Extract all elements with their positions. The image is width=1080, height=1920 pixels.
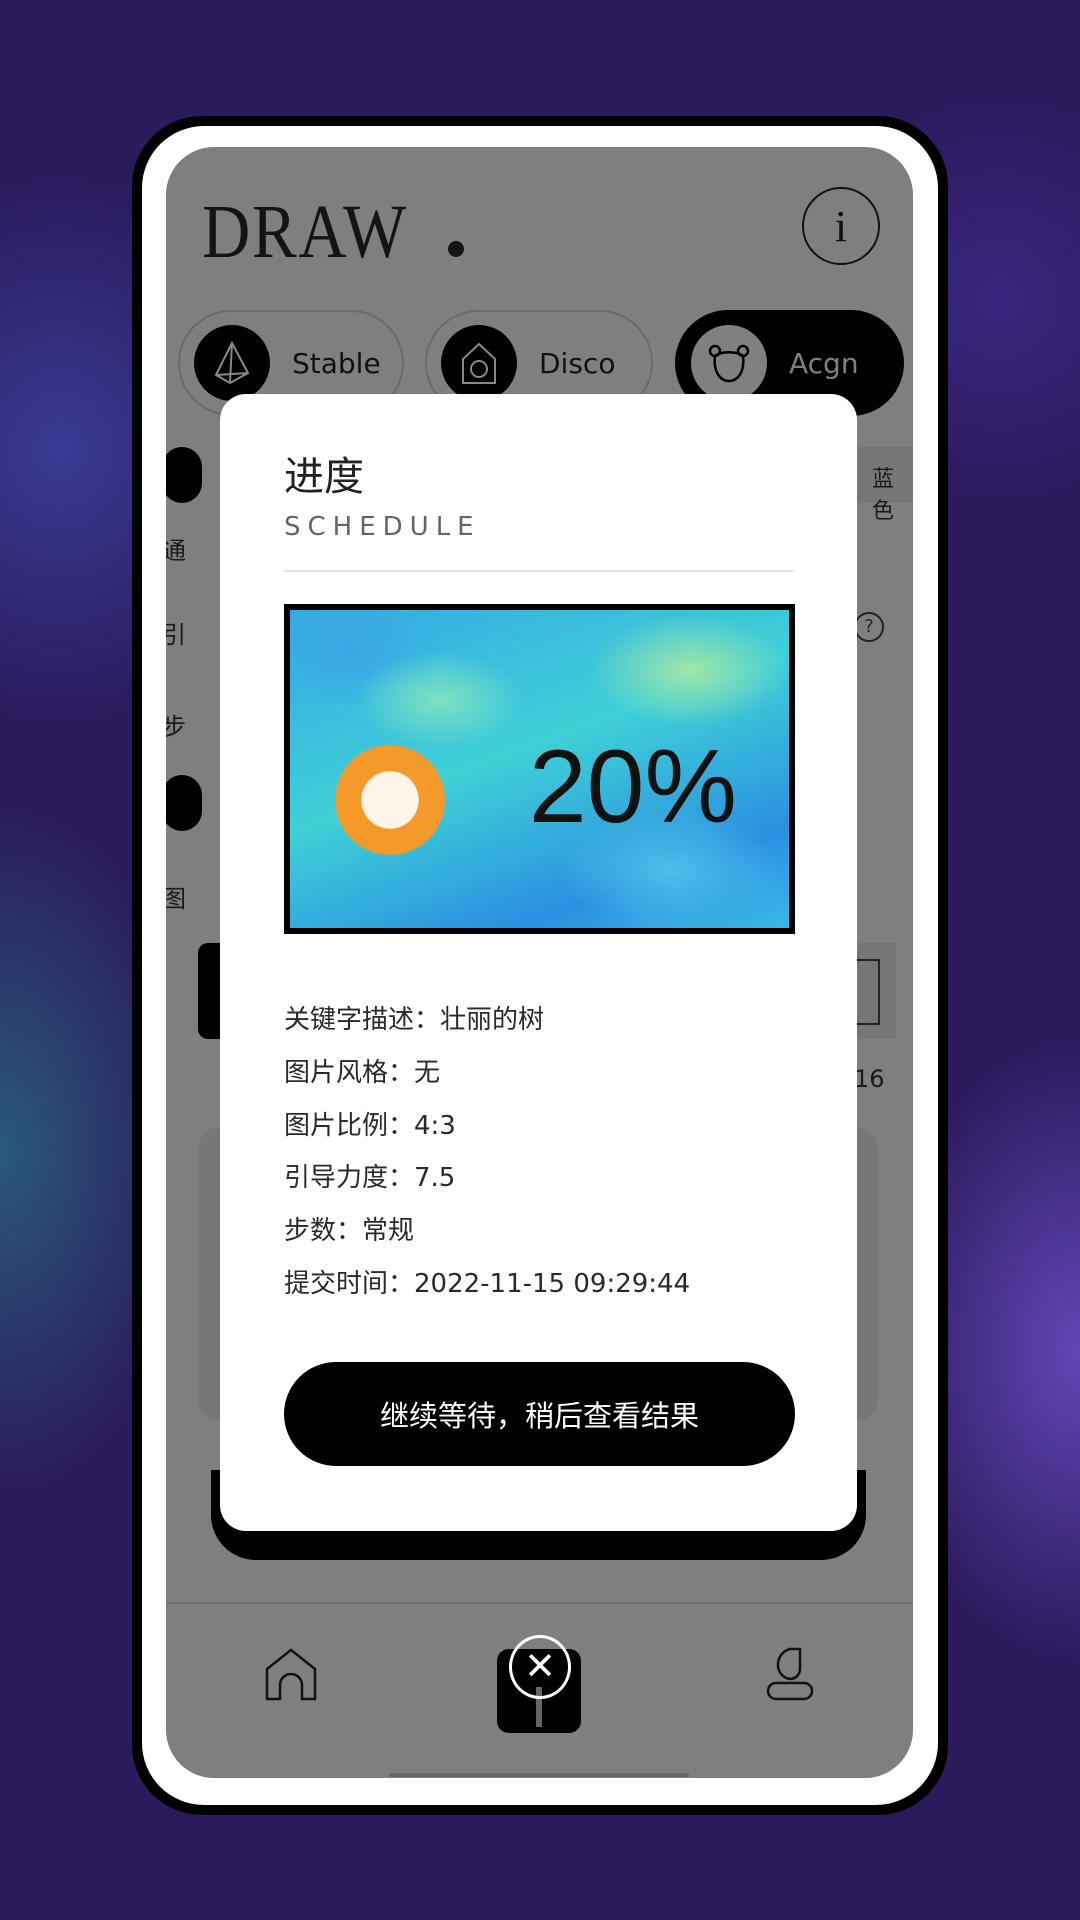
dialog-title: 进度 <box>284 454 364 500</box>
detail-keyword: 关键字描述：壮丽的树 <box>284 1005 545 1035</box>
detail-submit-time: 提交时间：2022-11-15 09:29:44 <box>284 1269 691 1299</box>
bg-label: 引 <box>166 621 186 649</box>
home-icon[interactable] <box>264 1647 318 1705</box>
pyramid-icon <box>194 325 270 401</box>
model-label: Disco <box>539 346 616 380</box>
divider <box>284 570 795 572</box>
model-label: Acgn <box>789 346 859 380</box>
dialog-subtitle: SCHEDULE <box>284 512 481 542</box>
progress-percent: 20% <box>528 729 737 845</box>
continue-waiting-button[interactable]: 继续等待，稍后查看结果 <box>284 1362 795 1466</box>
bg-box-outline <box>856 959 880 1025</box>
bg-label: 通 <box>166 537 186 565</box>
bg-number: 16 <box>854 1065 885 1093</box>
bg-toggle <box>166 447 202 503</box>
info-icon[interactable]: i <box>802 187 880 265</box>
detail-ratio: 图片比例：4:3 <box>284 1111 456 1141</box>
detail-steps: 步数：常规 <box>284 1216 415 1246</box>
model-label: Stable <box>292 346 381 380</box>
bg-label: 图 <box>166 885 186 913</box>
progress-dialog: 进度 SCHEDULE 20% 关键字描述：壮丽的树 图片风格：无 图片比例：4… <box>220 394 857 1531</box>
nav-divider <box>166 1602 913 1604</box>
detail-guidance: 引导力度：7.5 <box>284 1163 456 1193</box>
close-icon[interactable]: ✕ <box>509 1635 571 1699</box>
bg-label: 步 <box>166 713 186 741</box>
logo-dot <box>448 241 464 257</box>
house-circle-icon <box>441 325 517 401</box>
detail-style: 图片风格：无 <box>284 1058 441 1088</box>
home-indicator[interactable] <box>389 1773 689 1777</box>
profile-icon[interactable] <box>766 1647 814 1705</box>
bear-icon <box>691 325 767 401</box>
progress-preview-image: 20% <box>284 604 795 934</box>
app-logo: DRAW <box>202 190 409 274</box>
bg-tag-text: 蓝色 <box>872 467 895 524</box>
help-icon: ? <box>854 612 884 642</box>
bg-toggle <box>166 775 202 831</box>
